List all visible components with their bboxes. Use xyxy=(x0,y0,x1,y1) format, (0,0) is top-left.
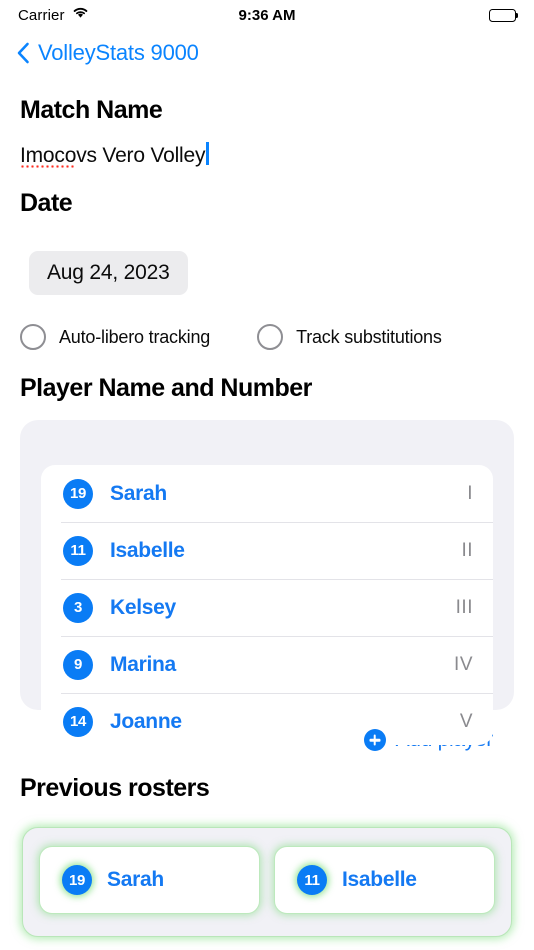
page-content: Match Name Imoco vs Vero Volley Date Aug… xyxy=(0,96,534,803)
player-position: I xyxy=(467,482,473,504)
players-section: Player Name and Number xyxy=(20,374,514,403)
list-item[interactable]: 19 Sarah xyxy=(39,846,260,914)
table-row[interactable]: 9 Marina IV xyxy=(41,636,493,693)
player-name[interactable]: Sarah xyxy=(110,482,167,506)
status-bar: Carrier 9:36 AM xyxy=(0,0,534,30)
table-row[interactable]: 19 Sarah I xyxy=(41,465,493,522)
previous-roster-card[interactable]: 19 Sarah 11 Isabelle xyxy=(22,827,512,937)
player-position: V xyxy=(459,710,473,732)
player-list[interactable]: 19 Sarah I 11 Isabelle II 3 Kelsey III 9… xyxy=(41,465,493,745)
date-picker-button[interactable]: Aug 24, 2023 xyxy=(29,251,188,295)
player-name[interactable]: Joanne xyxy=(110,710,182,734)
player-number-badge: 19 xyxy=(63,478,93,509)
carrier-label: Carrier xyxy=(18,6,65,24)
player-number-badge: 11 xyxy=(297,865,327,895)
player-position: III xyxy=(455,596,473,618)
date-section: Date Aug 24, 2023 xyxy=(20,189,514,295)
match-name-misspelled-word: Imoco xyxy=(20,144,77,169)
options-row: Auto-libero tracking Track substitutions xyxy=(20,324,514,350)
back-button-label[interactable]: VolleyStats 9000 xyxy=(38,40,199,66)
player-number-badge: 3 xyxy=(63,592,93,623)
date-heading-label: Date xyxy=(20,189,73,217)
text-cursor xyxy=(206,142,209,165)
navigation-bar: VolleyStats 9000 xyxy=(0,30,534,72)
player-position: IV xyxy=(454,653,473,675)
match-name-section: Match Name Imoco vs Vero Volley xyxy=(20,96,514,169)
player-position: II xyxy=(461,539,473,561)
checkbox-unchecked-icon[interactable] xyxy=(257,324,284,350)
battery-full-icon xyxy=(489,8,519,22)
player-name[interactable]: Sarah xyxy=(107,868,164,892)
table-row[interactable]: 11 Isabelle II xyxy=(41,522,493,579)
table-row[interactable]: 3 Kelsey III xyxy=(41,579,493,636)
player-name[interactable]: Isabelle xyxy=(342,868,417,892)
player-name[interactable]: Kelsey xyxy=(110,596,176,620)
match-name-input[interactable]: Imoco vs Vero Volley xyxy=(20,139,514,169)
checkbox-unchecked-icon[interactable] xyxy=(20,324,46,350)
player-number-badge: 14 xyxy=(63,706,93,737)
match-name-heading: Match Name xyxy=(20,96,163,124)
option-track-substitutions-label: Track substitutions xyxy=(296,326,442,347)
match-name-value-rest: vs Vero Volley xyxy=(76,144,206,167)
player-number-badge: 19 xyxy=(62,865,92,895)
table-row[interactable]: 14 Joanne V xyxy=(41,693,493,745)
option-auto-libero-tracking[interactable]: Auto-libero tracking xyxy=(20,324,210,350)
player-number-badge: 9 xyxy=(63,649,93,680)
previous-rosters-section: Previous rosters xyxy=(20,774,514,803)
plus-circle-icon[interactable] xyxy=(363,729,386,751)
wifi-icon xyxy=(72,6,89,24)
player-number-badge: 11 xyxy=(63,535,93,566)
chevron-left-icon[interactable] xyxy=(16,42,30,64)
option-track-substitutions[interactable]: Track substitutions xyxy=(257,324,442,350)
option-auto-libero-label: Auto-libero tracking xyxy=(59,326,211,347)
status-bar-right xyxy=(489,8,519,22)
previous-rosters-heading: Previous rosters xyxy=(20,774,210,802)
status-bar-left: Carrier xyxy=(18,6,89,24)
players-heading-label: Player Name and Number xyxy=(20,374,312,402)
player-list-card: 19 Sarah I 11 Isabelle II 3 Kelsey III 9… xyxy=(20,420,514,745)
player-name[interactable]: Marina xyxy=(110,653,176,677)
player-name[interactable]: Isabelle xyxy=(110,539,185,563)
list-item[interactable]: 11 Isabelle xyxy=(274,846,495,914)
